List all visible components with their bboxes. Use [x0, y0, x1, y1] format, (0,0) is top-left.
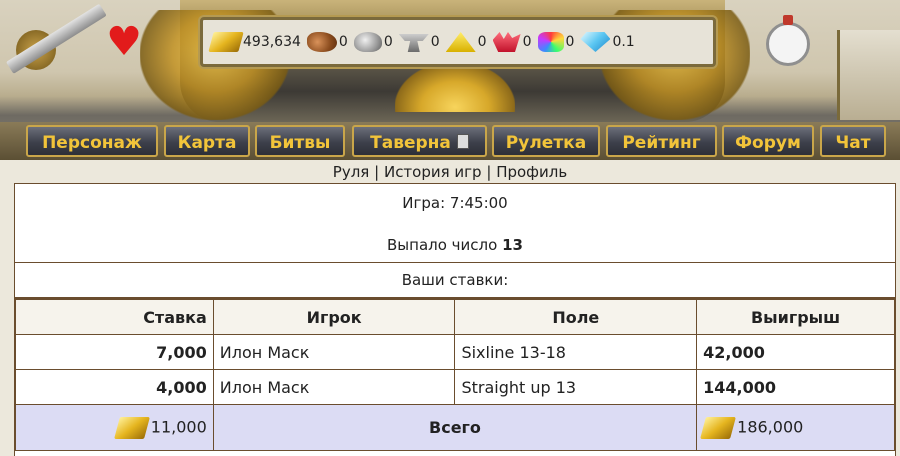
game-time: Игра: 7:45:00 [402, 194, 508, 212]
cell-stake: 4,000 [15, 369, 214, 405]
resource-value: 0 [522, 34, 532, 50]
total-win-cell: 186,000 [696, 404, 895, 451]
nav-tavern-label: Таверна [370, 133, 451, 153]
heart-icon[interactable]: ♥ [104, 22, 144, 62]
nav-battles[interactable]: Битвы [255, 125, 345, 157]
resource-value: 0 [383, 34, 393, 50]
nav-chat[interactable]: Чат [820, 125, 886, 157]
game-info: Игра: 7:45:00 Выпало число 13 [15, 184, 895, 263]
cell-win: 144,000 [696, 369, 895, 405]
column-header-win: Выигрыш [696, 299, 895, 335]
diamond-icon [580, 32, 611, 52]
resource-sulfur[interactable]: 0 [445, 32, 487, 52]
wood-icon [306, 32, 337, 52]
stone-icon [353, 32, 382, 52]
game-result: Выпало число 13 [15, 236, 895, 254]
game-header: ♥ 493,634 0 0 0 0 0 0 0.1 Персонаж Карта… [0, 0, 900, 160]
resource-value: 0 [477, 34, 487, 50]
total-label: Всего [212, 404, 698, 451]
resource-gold[interactable]: 493,634 [208, 32, 301, 52]
total-win: 186,000 [737, 417, 804, 436]
table-total-row: 11,000 Всего 186,000 [15, 404, 895, 451]
game-panel: Игра: 7:45:00 Выпало число 13 Ваши ставк… [14, 183, 896, 456]
bets-title: Ваши ставки: [15, 263, 895, 299]
resource-wood[interactable]: 0 [306, 32, 348, 52]
subnav-history[interactable]: История игр [384, 163, 482, 181]
resource-bar: 493,634 0 0 0 0 0 0 0.1 [200, 17, 716, 67]
total-stake-cell: 11,000 [15, 404, 214, 451]
result-label: Выпало число [387, 236, 498, 254]
column-header-field: Поле [454, 299, 698, 335]
cell-win: 42,000 [696, 334, 895, 370]
resource-value: 0.1 [612, 34, 635, 50]
nav-map[interactable]: Карта [164, 125, 250, 157]
total-stake: 11,000 [150, 417, 207, 436]
sulfur-icon [445, 32, 476, 52]
cell-player: Илон Маск [212, 334, 456, 370]
resource-stone[interactable]: 0 [353, 32, 393, 52]
anvil-icon [398, 34, 429, 52]
gold-bars-icon [208, 32, 244, 52]
sub-nav: Руля | История игр | Профиль [0, 163, 900, 183]
resource-gems[interactable]: 0 [537, 32, 575, 52]
bets-table: Ставка Игрок Поле Выигрыш 7,000 Илон Мас… [15, 299, 895, 451]
resource-crystal[interactable]: 0 [492, 32, 532, 52]
table-header-row: Ставка Игрок Поле Выигрыш [15, 299, 895, 335]
resource-value: 493,634 [243, 34, 301, 50]
cell-field: Sixline 13-18 [454, 334, 698, 370]
cell-stake: 7,000 [15, 334, 214, 370]
gems-icon [537, 32, 564, 52]
cell-field: Straight up 13 [454, 369, 698, 405]
resource-value: 0 [430, 34, 440, 50]
table-row: 7,000 Илон Маск Sixline 13-18 42,000 [15, 334, 895, 370]
crystal-icon [492, 32, 521, 52]
column-header-player: Игрок [212, 299, 456, 335]
table-row: 4,000 Илон Маск Straight up 13 144,000 [15, 369, 895, 405]
subnav-separator: | [486, 163, 492, 181]
potion-icon[interactable] [766, 15, 810, 66]
subnav-roulette[interactable]: Руля [333, 163, 370, 181]
resource-anvil[interactable]: 0 [398, 32, 440, 52]
castle-ornament [837, 30, 900, 120]
gold-bars-icon [113, 416, 150, 439]
nav-tavern[interactable]: Таверна [352, 125, 487, 157]
nav-roulette[interactable]: Рулетка [492, 125, 600, 157]
resource-diamond[interactable]: 0.1 [580, 32, 635, 52]
column-header-stake: Ставка [15, 299, 214, 335]
main-nav: Персонаж Карта Битвы Таверна Рулетка Рей… [0, 122, 900, 160]
subnav-separator: | [374, 163, 380, 181]
resource-value: 0 [565, 34, 575, 50]
result-number: 13 [502, 236, 523, 254]
nav-rating[interactable]: Рейтинг [606, 125, 717, 157]
nav-character[interactable]: Персонаж [26, 125, 158, 157]
resource-value: 0 [338, 34, 348, 50]
book-icon [456, 134, 469, 149]
gold-bars-icon [700, 416, 737, 439]
nav-forum[interactable]: Форум [722, 125, 814, 157]
cell-player: Илон Маск [212, 369, 456, 405]
gold-pile-ornament [395, 62, 515, 112]
subnav-profile[interactable]: Профиль [496, 163, 567, 181]
